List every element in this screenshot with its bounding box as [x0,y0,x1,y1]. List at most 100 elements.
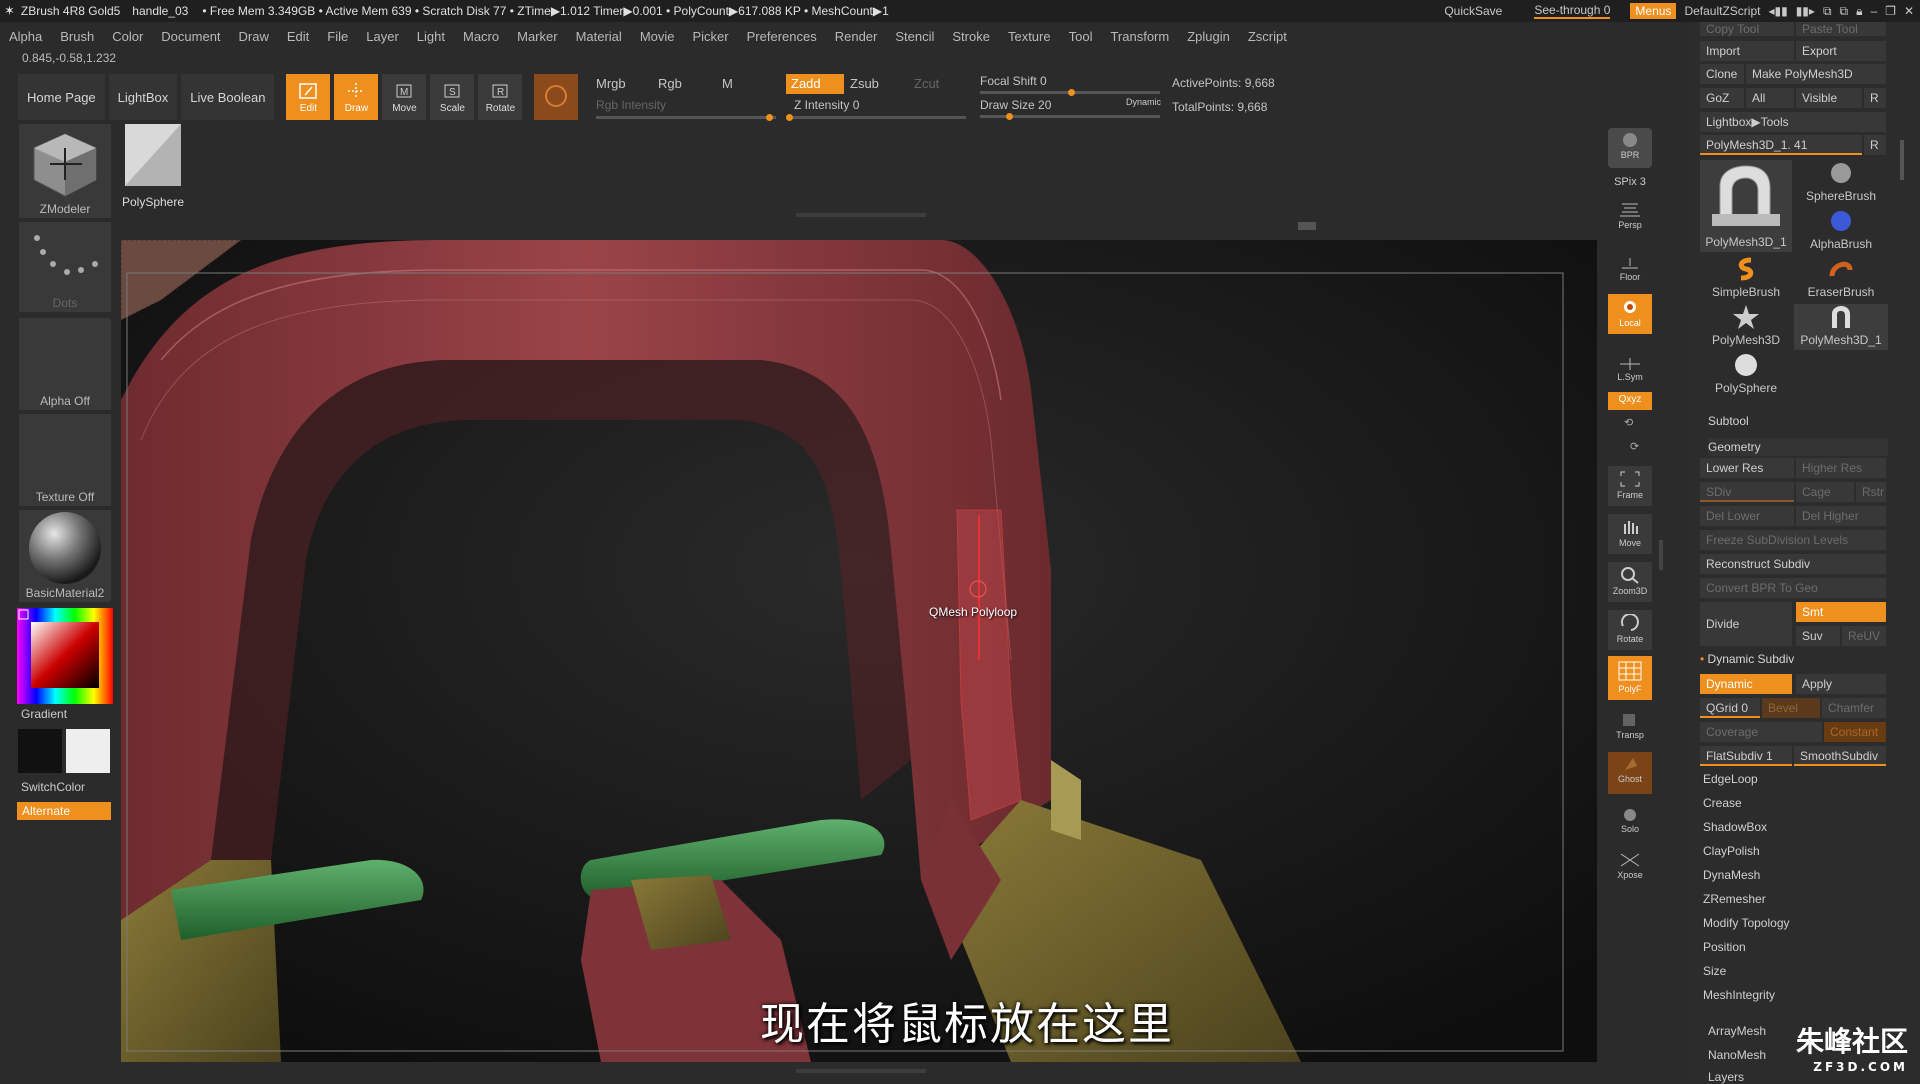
suv-toggle[interactable]: Suv [1796,626,1840,646]
tool-thumb-alphabrush[interactable]: AlphaBrush [1794,208,1888,254]
home-page-button[interactable]: Home Page [18,74,105,120]
menu-layer[interactable]: Layer [357,29,408,44]
bpr-button[interactable]: BPR [1608,128,1652,168]
lightbox-tools-button[interactable]: Lightbox▶Tools [1700,112,1886,132]
restore-icon[interactable]: ❐ [1885,4,1896,18]
tool-thumb-polymesh3d-1[interactable]: PolyMesh3D_1 [1700,160,1792,252]
window-layout-icon[interactable]: ⧉ [1823,4,1832,19]
xpose-button[interactable]: Xpose [1608,848,1652,888]
right-panel-scrollbar[interactable] [1900,140,1904,180]
lightbox-button[interactable]: LightBox [108,74,178,120]
menu-stencil[interactable]: Stencil [886,29,943,44]
reuv-button[interactable]: ReUV [1842,626,1886,646]
draw-button[interactable]: Draw [334,74,379,120]
menu-edit[interactable]: Edit [278,29,318,44]
smt-toggle[interactable]: Smt [1796,602,1886,622]
menu-zscript[interactable]: Zscript [1239,29,1296,44]
stroke-dots-tile[interactable]: Dots [19,222,111,312]
canvas-scroll-handle[interactable] [1298,222,1316,230]
right-tray-collapse-handle[interactable] [1659,540,1663,570]
menu-texture[interactable]: Texture [999,29,1060,44]
texture-tile[interactable]: Texture Off [19,414,111,506]
3d-viewport[interactable]: QMesh Polyloop [121,240,1597,1062]
polysphere-tool-tile[interactable]: PolySphere [114,120,192,214]
close-icon[interactable]: ✕ [1904,4,1914,18]
zadd-button[interactable]: Zadd [786,74,844,94]
goz-visible-button[interactable]: Visible [1796,88,1862,108]
goz-all-button[interactable]: All [1746,88,1794,108]
floor-button[interactable]: Floor [1608,252,1652,288]
layout-bars-icon[interactable]: ▮▮▸ [1796,4,1815,18]
layout-arrows-icon[interactable]: ◂▮▮ [1768,4,1787,18]
freeze-subdiv-button[interactable]: Freeze SubDivision Levels [1700,530,1886,550]
rstr-button[interactable]: Rstr [1856,482,1886,502]
z-intensity-track[interactable] [786,114,966,121]
dynamic-toggle[interactable]: Dynamic [1700,674,1792,694]
live-boolean-button[interactable]: Live Boolean [181,74,275,120]
lsym-button[interactable]: L.Sym [1608,354,1652,384]
menu-picker[interactable]: Picker [684,29,738,44]
edit-button[interactable]: Edit [286,74,331,120]
scale-button[interactable]: S Scale [430,74,475,120]
tool-thumb-spherebrush[interactable]: SphereBrush [1794,160,1888,206]
menu-draw[interactable]: Draw [230,29,278,44]
gradient-label[interactable]: Gradient [21,707,67,721]
arraymesh-section[interactable]: ArrayMesh [1708,1024,1766,1038]
focal-shift-slider[interactable]: Focal Shift 0 [980,74,1047,88]
persp-button[interactable]: Persp [1608,198,1652,234]
del-higher-button[interactable]: Del Higher [1796,506,1886,526]
size-section[interactable]: Size [1703,964,1726,978]
current-tool-r-button[interactable]: R [1864,135,1886,155]
edgeloop-section[interactable]: EdgeLoop [1703,772,1758,786]
copy-tool-button[interactable]: Copy Tool [1700,22,1794,36]
menu-alpha[interactable]: Alpha [0,29,51,44]
menu-material[interactable]: Material [567,29,631,44]
reconstruct-subdiv-button[interactable]: Reconstruct Subdiv [1700,554,1886,574]
crease-section[interactable]: Crease [1703,796,1742,810]
draw-size-slider[interactable]: Draw Size 20 [980,98,1051,112]
position-section[interactable]: Position [1703,940,1746,954]
transp-button[interactable]: Transp [1608,708,1652,746]
zremesher-section[interactable]: ZRemesher [1703,892,1766,906]
bottom-shelf-scroll-handle[interactable] [796,1069,926,1073]
modify-topology-section[interactable]: Modify Topology [1703,916,1790,930]
main-color-swatch[interactable] [18,729,62,773]
top-shelf-scroll-handle[interactable] [796,213,926,217]
move-button[interactable]: M Move [382,74,427,120]
rgb-intensity-track[interactable] [596,114,776,121]
dynamesh-section[interactable]: DynaMesh [1703,868,1760,882]
menu-file[interactable]: File [318,29,357,44]
paste-tool-button[interactable]: Paste Tool [1796,22,1886,36]
cage-button[interactable]: Cage [1796,482,1854,502]
window-layout2-icon[interactable]: ⧉ [1840,4,1849,19]
del-lower-button[interactable]: Del Lower [1700,506,1794,526]
move-view-button[interactable]: Move [1608,514,1652,554]
color-swatch-button[interactable] [534,74,579,120]
menu-preferences[interactable]: Preferences [738,29,826,44]
apply-button[interactable]: Apply [1796,674,1886,694]
menu-color[interactable]: Color [103,29,152,44]
import-button[interactable]: Import [1700,41,1794,61]
divide-button[interactable]: Divide [1700,602,1792,646]
smoothsubdiv-slider[interactable]: SmoothSubdiv [1794,746,1886,766]
spix-slider[interactable]: SPix 3 [1608,172,1652,194]
layers-section[interactable]: Layers [1708,1070,1744,1084]
polyf-button[interactable]: PolyF [1608,656,1652,700]
menu-transform[interactable]: Transform [1101,29,1178,44]
current-tool-slider[interactable]: PolyMesh3D_1. 41 [1700,135,1862,155]
menu-marker[interactable]: Marker [508,29,566,44]
qgrid-slider[interactable]: QGrid 0 [1700,698,1760,718]
menu-stroke[interactable]: Stroke [943,29,999,44]
tool-thumb-eraserbrush[interactable]: EraserBrush [1794,256,1888,302]
bevel-toggle[interactable]: Bevel [1762,698,1820,718]
local-button[interactable]: Local [1608,294,1652,334]
convert-bpr-button[interactable]: Convert BPR To Geo [1700,578,1886,598]
lower-res-button[interactable]: Lower Res [1700,458,1794,478]
dynamic-size-toggle[interactable]: Dynamic [1126,97,1161,107]
minimize-icon[interactable]: – [1870,4,1877,18]
zsub-button[interactable]: Zsub [850,76,879,91]
clone-button[interactable]: Clone [1700,64,1744,84]
alternate-button[interactable]: Alternate [17,802,111,820]
solo-button[interactable]: Solo [1608,802,1652,840]
geometry-section[interactable]: Geometry [1708,438,1888,456]
